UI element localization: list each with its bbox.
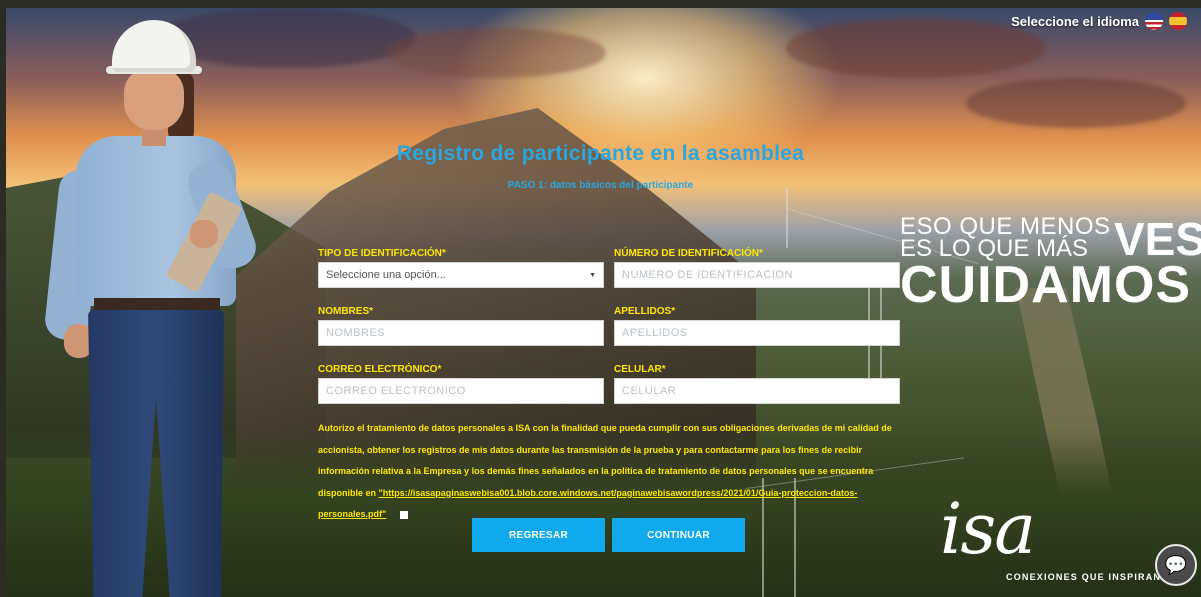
celular-label: CELULAR* xyxy=(614,364,666,375)
slogan-ves: VES xyxy=(1114,213,1201,265)
apellidos-label: APELLIDOS* xyxy=(614,306,676,317)
numero-id-label: NÚMERO DE IDENTIFICACIÓN* xyxy=(614,248,763,259)
continue-button[interactable]: CONTINUAR xyxy=(612,518,745,552)
worker-photo xyxy=(43,20,262,597)
es-flag-icon[interactable] xyxy=(1169,12,1187,30)
tipo-id-select[interactable]: Seleccione una opción... ▼ xyxy=(318,262,604,288)
celular-input[interactable] xyxy=(614,378,900,404)
correo-input[interactable] xyxy=(318,378,604,404)
brand-tagline: CONEXIONES QUE INSPIRAN xyxy=(1006,572,1162,582)
nombres-label: NOMBRES* xyxy=(318,306,374,317)
nombres-input[interactable] xyxy=(318,320,604,346)
privacy-policy-link[interactable]: "https://isasapaginaswebisa001.blob.core… xyxy=(318,488,857,520)
back-button[interactable]: REGRESAR xyxy=(472,518,605,552)
language-selector: Seleccione el idioma xyxy=(1011,12,1187,30)
us-flag-icon[interactable] xyxy=(1145,12,1163,30)
chevron-down-icon: ▼ xyxy=(589,271,596,279)
tipo-id-value: Seleccione una opción... xyxy=(326,269,446,281)
chat-icon[interactable]: 💬 xyxy=(1155,544,1197,586)
language-label: Seleccione el idioma xyxy=(1011,13,1139,29)
apellidos-input[interactable] xyxy=(614,320,900,346)
consent-body: Autorizo el tratamiento de datos persona… xyxy=(318,423,892,498)
slogan: ESO QUE MENOS ES LO QUE MÁS VES CUIDAMOS xyxy=(900,215,1201,314)
consent-text: Autorizo el tratamiento de datos persona… xyxy=(318,418,903,526)
page-subtitle: PASO 1: datos básicos del participante xyxy=(507,180,694,191)
page-title: Registro de participante en la asamblea xyxy=(396,142,805,165)
consent-checkbox[interactable] xyxy=(400,510,409,519)
isa-logo: isa xyxy=(940,488,1036,570)
correo-label: CORREO ELECTRÓNICO* xyxy=(318,364,442,375)
tipo-id-label: TIPO DE IDENTIFICACIÓN* xyxy=(318,248,446,259)
slogan-cuidamos: CUIDAMOS xyxy=(900,256,1192,314)
numero-id-input[interactable] xyxy=(614,262,900,288)
